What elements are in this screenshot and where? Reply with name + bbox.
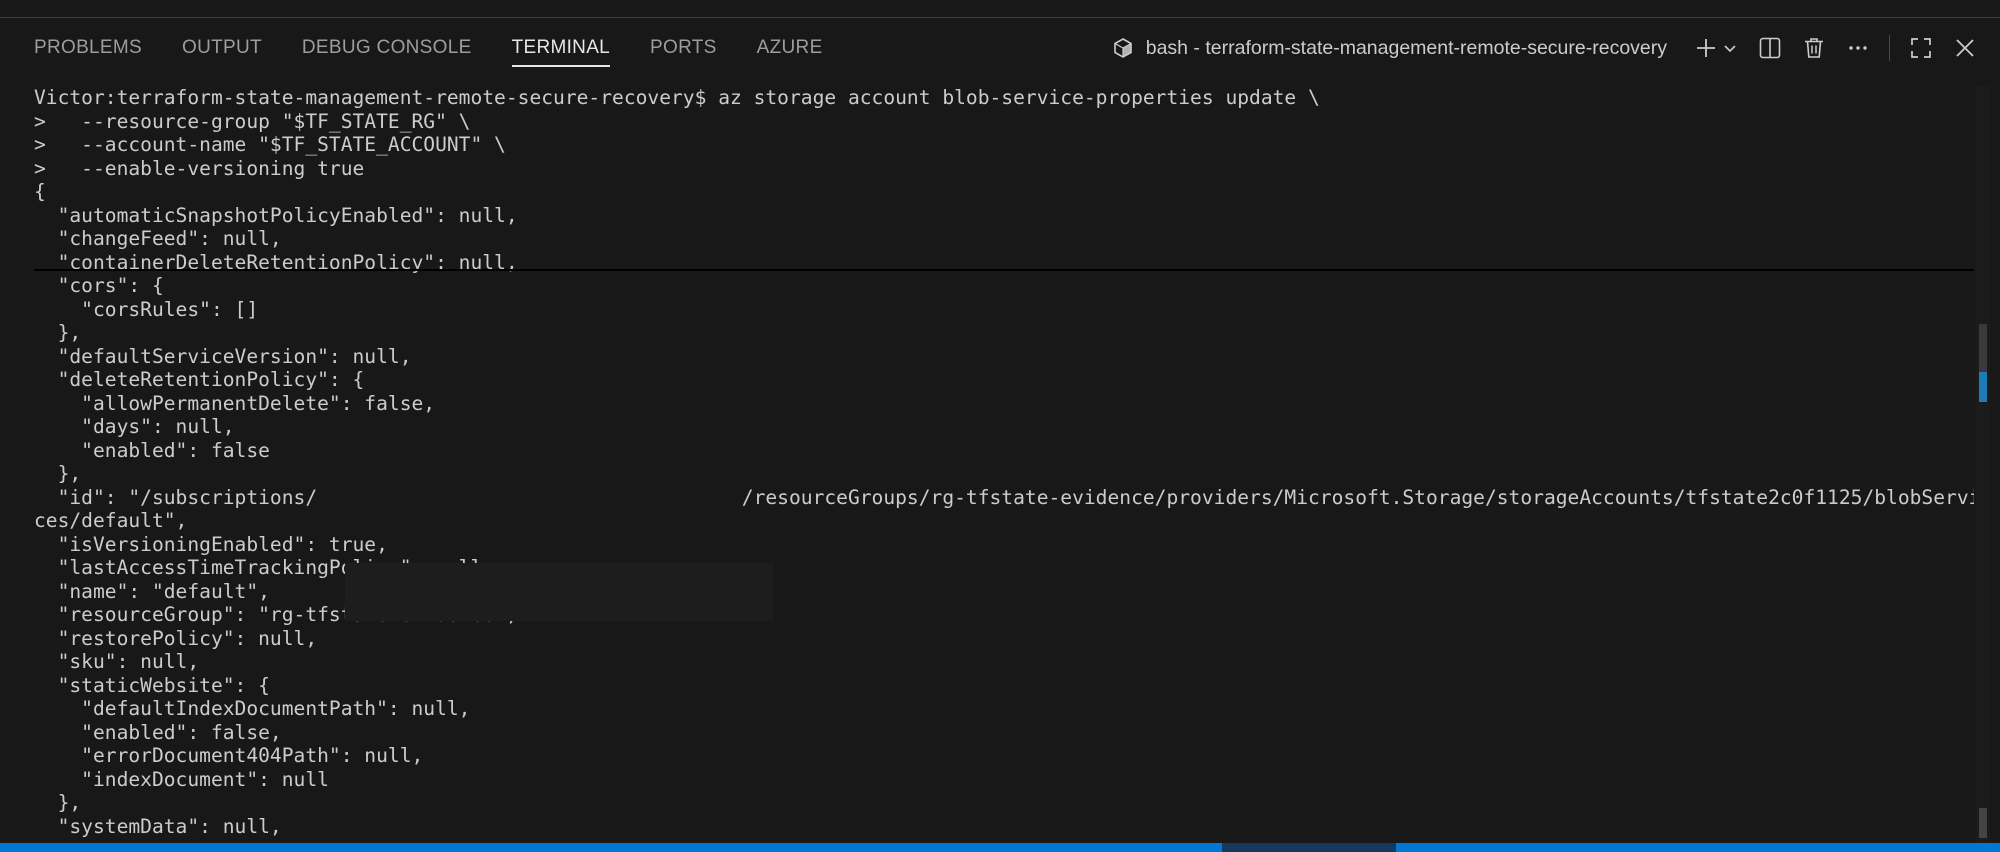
terminal-line: "lastAccessTimeTrackingPolicy": null, bbox=[34, 556, 495, 579]
terminal-line: "deleteRetentionPolicy": { bbox=[34, 368, 365, 391]
title-bar-edge bbox=[0, 0, 2000, 18]
terminal-line: "name": "default", bbox=[34, 579, 270, 603]
scrollbar-end-marker bbox=[1979, 808, 1987, 838]
tab-debug-console[interactable]: DEBUG CONSOLE bbox=[302, 19, 472, 77]
terminal-line: > --account-name "$TF_STATE_ACCOUNT" \ bbox=[34, 133, 506, 156]
terminal-line: "resourceGroup": "rg-tfstate-evidence", bbox=[34, 603, 518, 626]
terminal-line: "defaultIndexDocumentPath": null, bbox=[34, 697, 471, 720]
terminal-selector[interactable]: bash - terraform-state-management-remote… bbox=[1112, 37, 1667, 60]
terminal-line: "cors": { bbox=[34, 274, 164, 297]
trash-icon bbox=[1805, 38, 1823, 58]
terminal-dropdown-button[interactable] bbox=[1721, 35, 1739, 61]
terminal-line: { bbox=[34, 180, 46, 203]
scrollbar-marker bbox=[1979, 372, 1987, 402]
terminal-line: }, bbox=[34, 321, 82, 344]
close-icon bbox=[1956, 39, 1974, 57]
terminal-line: "id": "/subscriptions/ /resourceGroups/r… bbox=[34, 485, 1974, 509]
tab-terminal[interactable]: TERMINAL bbox=[511, 19, 611, 77]
terminal-line: }, bbox=[34, 791, 82, 814]
terminal-line: ces/default", bbox=[34, 509, 188, 532]
split-terminal-button[interactable] bbox=[1757, 35, 1783, 61]
terminal-title: bash - terraform-state-management-remote… bbox=[1145, 36, 1667, 59]
panel-header: PROBLEMS OUTPUT DEBUG CONSOLE TERMINAL P… bbox=[0, 19, 2000, 77]
maximize-panel-button[interactable] bbox=[1908, 35, 1934, 61]
sticky-scroll-divider bbox=[34, 269, 1974, 271]
terminal-line: "staticWebsite": { bbox=[34, 673, 270, 697]
panel-tabs: PROBLEMS OUTPUT DEBUG CONSOLE TERMINAL P… bbox=[34, 19, 863, 77]
plus-icon bbox=[1697, 39, 1715, 57]
panel-actions: bash - terraform-state-management-remote… bbox=[1112, 19, 1978, 77]
more-actions-button[interactable] bbox=[1845, 35, 1871, 61]
terminal-line: "enabled": false, bbox=[34, 720, 282, 744]
terminal-scrollbar[interactable] bbox=[1976, 86, 1990, 846]
terminal-line: "isVersioningEnabled": true, bbox=[34, 532, 388, 556]
chevron-down-icon bbox=[1724, 45, 1736, 53]
terminal-line: "changeFeed": null, bbox=[34, 227, 282, 250]
tab-azure[interactable]: AZURE bbox=[757, 19, 823, 77]
maximize-icon bbox=[1911, 38, 1931, 58]
split-terminal-icon bbox=[1759, 37, 1781, 59]
more-icon bbox=[1849, 46, 1867, 50]
status-bar bbox=[0, 843, 2000, 852]
redacted-subscription-id bbox=[345, 563, 773, 621]
terminal-line: "corsRules": [] bbox=[34, 297, 259, 321]
kill-terminal-button[interactable] bbox=[1801, 35, 1827, 61]
terminal-line: > --resource-group "$TF_STATE_RG" \ bbox=[34, 109, 471, 133]
terminal-line: "automaticSnapshotPolicyEnabled": null, bbox=[34, 203, 518, 227]
terminal-line: "restorePolicy": null, bbox=[34, 626, 318, 650]
terminal-bash-icon bbox=[1113, 38, 1132, 58]
terminal-line: "indexDocument": null bbox=[34, 767, 329, 791]
terminal-line: "enabled": false bbox=[34, 438, 270, 462]
close-panel-button[interactable] bbox=[1952, 35, 1978, 61]
tab-problems[interactable]: PROBLEMS bbox=[34, 19, 142, 77]
terminal-line: "systemData": null, bbox=[34, 814, 282, 838]
tab-output[interactable]: OUTPUT bbox=[182, 19, 262, 77]
terminal-output[interactable]: Victor:terraform-state-management-remote… bbox=[34, 86, 1974, 844]
toolbar-separator bbox=[1889, 35, 1890, 61]
terminal-line: "days": null, bbox=[34, 415, 235, 438]
terminal-line: "errorDocument404Path": null, bbox=[34, 744, 424, 767]
terminal-line: "allowPermanentDelete": false, bbox=[34, 391, 436, 415]
terminal-line: }, bbox=[34, 462, 82, 485]
terminal-line: Victor:terraform-state-management-remote… bbox=[34, 86, 1320, 109]
terminal-line: "sku": null, bbox=[34, 650, 200, 673]
status-bar-item[interactable] bbox=[1222, 843, 1396, 852]
terminal-line: "defaultServiceVersion": null, bbox=[34, 344, 412, 368]
new-terminal-button[interactable] bbox=[1693, 35, 1719, 61]
tab-ports[interactable]: PORTS bbox=[650, 19, 717, 77]
terminal-line: > --enable-versioning true bbox=[34, 156, 365, 180]
